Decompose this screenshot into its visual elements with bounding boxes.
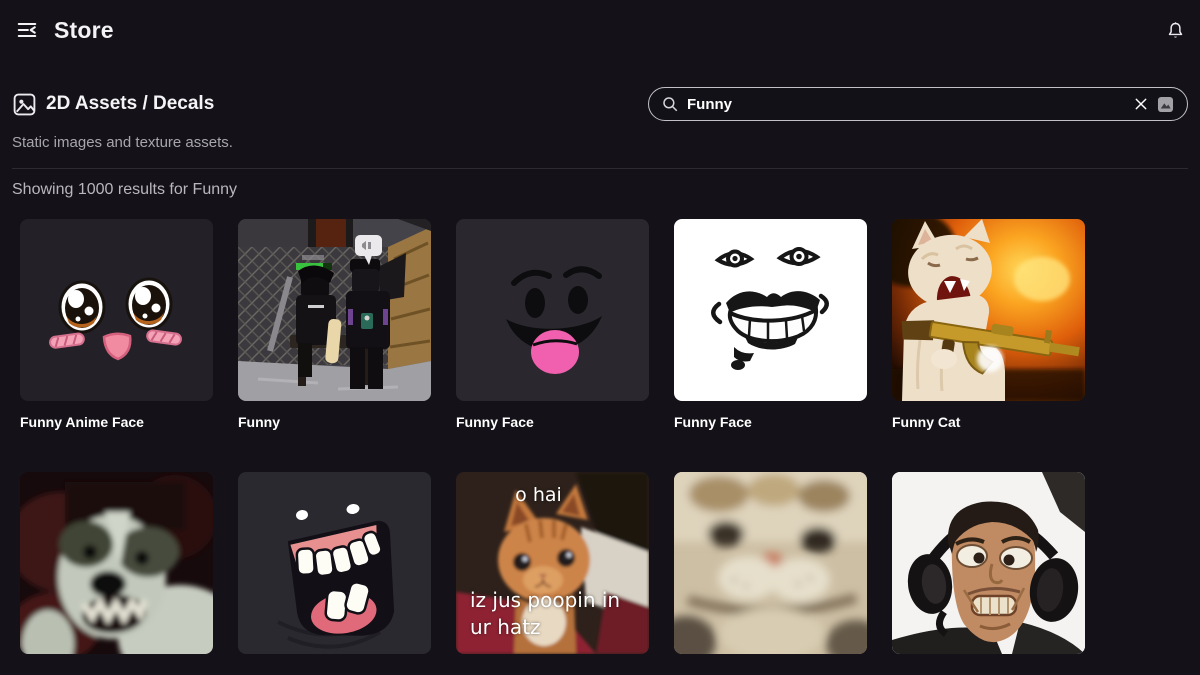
thumbnail-funny-face-creepy-grin xyxy=(674,219,867,401)
category-subtitle: Static images and texture assets. xyxy=(12,134,1188,151)
topbar: Store xyxy=(0,0,1200,60)
collapse-menu-icon xyxy=(16,19,38,41)
decals-image-icon xyxy=(12,92,37,117)
thumbnail-funny-roblox-scene xyxy=(238,219,431,401)
meme-text-bottom: iz jus poopin in ur hatz xyxy=(470,587,642,640)
clear-search-button[interactable] xyxy=(1129,92,1153,116)
asset-card-label: Funny Anime Face xyxy=(20,414,213,430)
asset-card[interactable] xyxy=(20,472,213,654)
bell-icon xyxy=(1165,20,1186,41)
thumbnail-cartoon-mouth xyxy=(238,472,431,654)
results-count-text: Showing 1000 results for Funny xyxy=(12,181,1188,199)
category-title: 2D Assets / Decals xyxy=(46,93,214,115)
thumbnail-grinning-dog xyxy=(20,472,213,654)
search-icon xyxy=(661,95,679,113)
close-icon xyxy=(1133,96,1149,112)
asset-card-label: Funny Face xyxy=(674,414,867,430)
asset-card[interactable]: Funny Anime Face xyxy=(20,219,213,430)
thumbnail-funny-face-dark-smiley xyxy=(456,219,649,401)
page-title: Store xyxy=(54,17,114,44)
asset-card-label: Funny xyxy=(238,414,431,430)
image-search-icon xyxy=(1156,95,1175,114)
search-bar[interactable] xyxy=(648,87,1188,121)
asset-card[interactable]: Funny Cat xyxy=(892,219,1085,430)
asset-card[interactable]: Funny Face xyxy=(456,219,649,430)
thumbnail-man-headphones xyxy=(892,472,1085,654)
asset-card[interactable] xyxy=(674,472,867,654)
thumbnail-smiling-cat xyxy=(674,472,867,654)
thumbnail-funny-anime-face xyxy=(20,219,213,401)
sidebar-toggle-button[interactable] xyxy=(14,17,40,43)
search-input[interactable] xyxy=(687,96,1129,113)
asset-card[interactable]: Funny Face xyxy=(674,219,867,430)
assets-grid: Funny Anime Face xyxy=(20,219,1120,654)
image-search-button[interactable] xyxy=(1153,92,1177,116)
main-content: 2D Assets / Decals Static images and tex… xyxy=(0,87,1200,654)
divider xyxy=(12,168,1188,169)
asset-card[interactable] xyxy=(238,472,431,654)
asset-card[interactable] xyxy=(892,472,1085,654)
thumbnail-funny-cat-ak xyxy=(892,219,1085,401)
notifications-button[interactable] xyxy=(1162,17,1188,43)
asset-card[interactable]: o hai iz jus poopin in ur hatz xyxy=(456,472,649,654)
meme-text-top: o hai xyxy=(456,484,621,506)
asset-card-label: Funny Cat xyxy=(892,414,1085,430)
asset-card-label: Funny Face xyxy=(456,414,649,430)
asset-card[interactable]: Funny xyxy=(238,219,431,430)
